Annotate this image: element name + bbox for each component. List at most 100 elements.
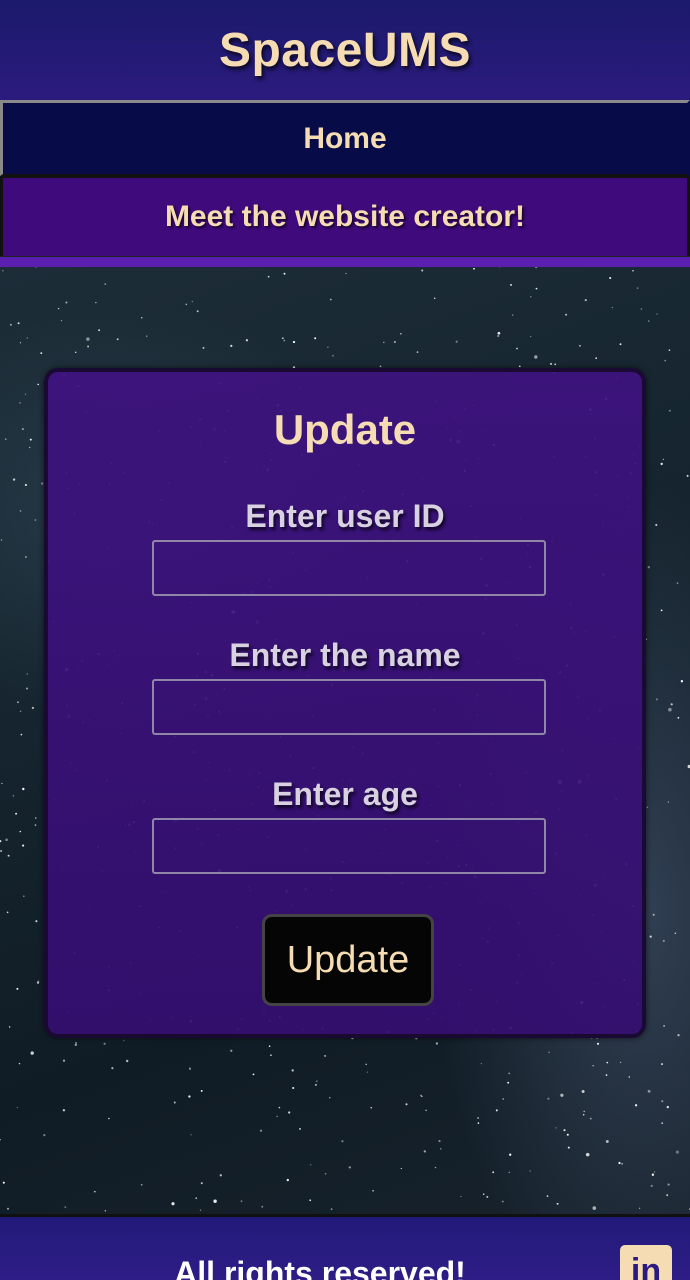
name-label: Enter the name	[229, 637, 461, 673]
star	[28, 446, 31, 449]
star	[549, 362, 553, 365]
star	[292, 340, 296, 344]
star	[213, 1199, 217, 1203]
star	[108, 1117, 110, 1120]
star	[529, 1170, 531, 1172]
star	[546, 1195, 549, 1197]
star	[668, 707, 672, 712]
age-label: Enter age	[272, 776, 418, 812]
star	[95, 301, 97, 304]
star	[116, 338, 119, 341]
update-button[interactable]: Update	[262, 914, 434, 1006]
star	[674, 932, 677, 934]
star	[286, 1178, 289, 1182]
star	[666, 1105, 669, 1109]
star	[460, 1195, 462, 1198]
star	[65, 301, 68, 304]
star	[383, 341, 385, 344]
star	[126, 1059, 129, 1063]
star	[64, 1206, 67, 1209]
star	[22, 787, 25, 791]
star	[146, 335, 148, 337]
star	[43, 1133, 46, 1137]
star	[421, 1095, 423, 1098]
star	[93, 1190, 96, 1193]
star	[230, 344, 233, 348]
star	[87, 345, 90, 348]
star	[421, 269, 424, 272]
star	[632, 270, 634, 272]
star	[534, 355, 538, 359]
star	[278, 1106, 281, 1109]
nav-creator-link[interactable]: Meet the website creator!	[0, 176, 690, 256]
star	[508, 1072, 511, 1075]
star	[123, 1039, 125, 1042]
star	[330, 1208, 333, 1210]
form-title: Update	[273, 406, 417, 453]
star	[530, 296, 532, 298]
star	[611, 306, 614, 309]
star	[315, 1080, 318, 1083]
star	[103, 1042, 106, 1045]
star	[372, 1189, 374, 1192]
star	[511, 314, 514, 316]
star	[565, 313, 568, 316]
star	[19, 830, 22, 833]
star	[259, 1129, 263, 1132]
star	[664, 359, 667, 362]
star	[74, 351, 77, 354]
star	[4, 438, 7, 441]
star	[298, 1127, 302, 1130]
star	[6, 911, 9, 914]
star	[348, 1166, 351, 1169]
star	[324, 1054, 327, 1057]
star	[435, 1042, 439, 1045]
star	[547, 1097, 550, 1100]
star	[606, 1061, 609, 1064]
star	[2, 270, 4, 272]
star	[416, 351, 419, 353]
star	[329, 298, 332, 301]
star	[19, 510, 22, 512]
star	[501, 1200, 504, 1203]
nav-home-link[interactable]: Home	[0, 100, 690, 176]
star	[0, 539, 3, 541]
star	[26, 337, 29, 339]
star	[621, 1162, 624, 1165]
star	[655, 523, 658, 527]
star	[566, 1133, 569, 1136]
star	[185, 303, 188, 306]
star	[605, 1074, 608, 1076]
star	[8, 1026, 11, 1028]
star	[19, 342, 22, 344]
star	[288, 1111, 291, 1114]
star	[40, 352, 43, 355]
star	[619, 1061, 622, 1064]
age-input[interactable]	[152, 818, 546, 874]
star	[35, 920, 38, 923]
star	[200, 1182, 203, 1185]
linkedin-icon[interactable]: in	[620, 1245, 672, 1280]
star	[327, 346, 329, 348]
star	[651, 1173, 655, 1176]
star	[619, 343, 622, 346]
site-footer: All rights reserved! in	[0, 1214, 690, 1280]
star	[434, 1166, 437, 1169]
name-input[interactable]	[152, 679, 546, 735]
star	[676, 582, 679, 585]
star	[26, 673, 28, 675]
star	[581, 1090, 585, 1093]
star	[245, 339, 249, 342]
star	[497, 331, 501, 335]
star	[24, 393, 27, 395]
star	[1, 782, 3, 785]
star	[16, 987, 19, 990]
star	[5, 838, 8, 842]
star	[648, 320, 650, 322]
star	[62, 1059, 66, 1062]
star	[310, 1164, 312, 1166]
user-id-input[interactable]	[152, 540, 546, 596]
star	[111, 1067, 114, 1070]
star	[2, 1181, 5, 1184]
star	[423, 1150, 426, 1153]
